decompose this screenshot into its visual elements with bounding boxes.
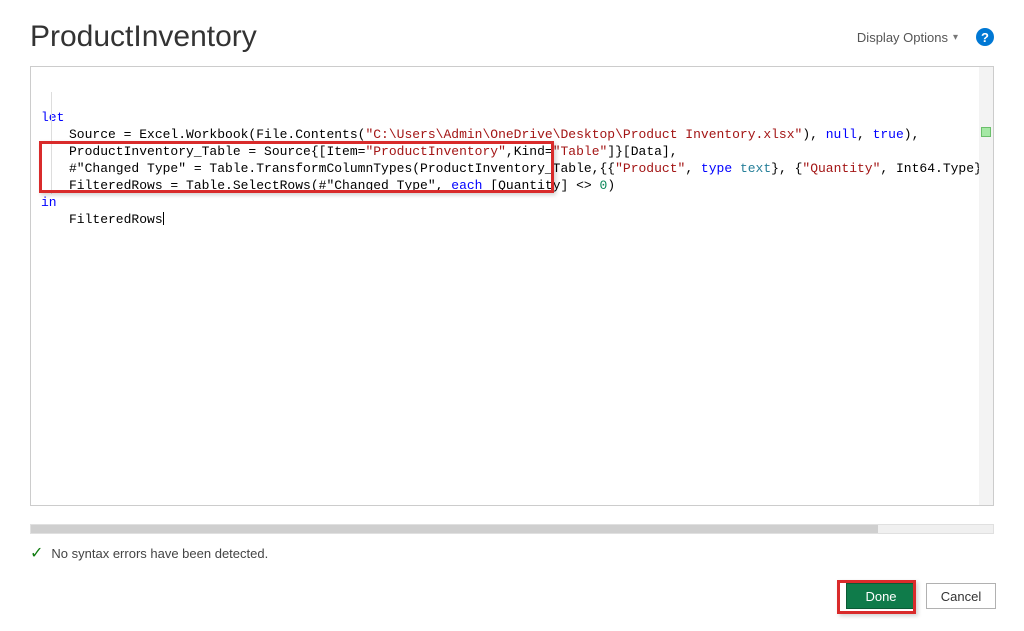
code-line-7: FilteredRows	[69, 212, 163, 227]
done-button[interactable]: Done	[846, 583, 916, 609]
indent-guide	[51, 92, 52, 194]
keyword-in: in	[41, 195, 57, 210]
cancel-button[interactable]: Cancel	[926, 583, 996, 609]
text-cursor	[163, 212, 164, 225]
status-text: No syntax errors have been detected.	[51, 546, 268, 561]
code-line-3: ProductInventory_Table = Source{[Item="P…	[69, 144, 678, 159]
code-editor[interactable]: let Source = Excel.Workbook(File.Content…	[31, 67, 993, 505]
editor-header: ProductInventory Display Options ▾ ?	[0, 0, 1024, 66]
vertical-scrollbar[interactable]	[979, 67, 993, 505]
header-actions: Display Options ▾ ?	[857, 28, 994, 46]
display-options-dropdown[interactable]: Display Options ▾	[857, 30, 958, 45]
horizontal-scrollbar[interactable]	[30, 522, 994, 536]
code-line-5: FilteredRows = Table.SelectRows(#"Change…	[69, 178, 615, 193]
code-line-4: #"Changed Type" = Table.TransformColumnT…	[69, 161, 993, 176]
code-line-2: Source = Excel.Workbook(File.Contents("C…	[69, 127, 919, 142]
hscroll-thumb[interactable]	[31, 525, 878, 533]
chevron-down-icon: ▾	[953, 32, 958, 43]
status-bar: ✓ No syntax errors have been detected.	[30, 543, 268, 563]
display-options-label: Display Options	[857, 30, 948, 45]
page-title: ProductInventory	[30, 20, 257, 54]
change-marker	[981, 127, 991, 137]
hscroll-track	[30, 524, 994, 534]
keyword-let: let	[41, 110, 64, 125]
help-icon[interactable]: ?	[976, 28, 994, 46]
check-icon: ✓	[30, 543, 43, 563]
dialog-buttons: Done Cancel	[846, 583, 996, 609]
code-editor-container: let Source = Excel.Workbook(File.Content…	[30, 66, 994, 506]
